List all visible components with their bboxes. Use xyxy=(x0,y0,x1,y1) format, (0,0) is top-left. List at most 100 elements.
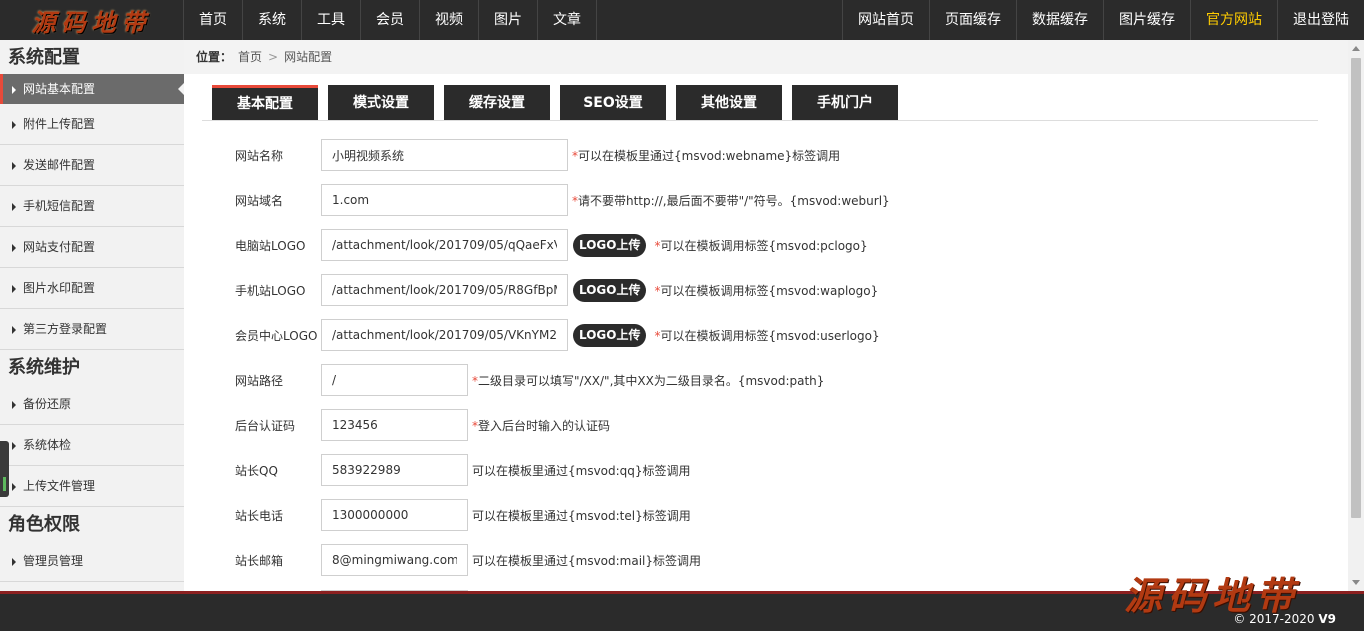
site-domain-input[interactable] xyxy=(321,184,568,216)
sidebar-item-system-check[interactable]: 系统体检 xyxy=(0,425,184,466)
caret-right-icon xyxy=(12,85,16,94)
user-logo-upload-button[interactable]: LOGO上传 xyxy=(573,323,647,347)
field-hint: 可以在模板里通过{msvod:qq}标签调用 xyxy=(472,463,691,478)
tab-mode-settings[interactable]: 模式设置 xyxy=(328,85,434,120)
sidebar-item-label: 管理员管理 xyxy=(23,554,84,568)
floating-side-handle[interactable] xyxy=(0,441,9,497)
sidebar-item-upload-file-manage[interactable]: 上传文件管理 xyxy=(0,466,184,507)
form-row-site-domain: 网站域名 *请不要带http://,最后面不要带"/"符号。{msvod:web… xyxy=(235,184,890,216)
nav-image-cache[interactable]: 图片缓存 xyxy=(1103,0,1190,40)
pc-logo-input[interactable] xyxy=(321,229,568,261)
handle-indicator-icon xyxy=(3,477,6,491)
nav-page-cache[interactable]: 页面缓存 xyxy=(929,0,1016,40)
caret-right-icon xyxy=(12,400,16,409)
caret-right-icon xyxy=(12,325,16,334)
sidebar-item-third-party-login-config[interactable]: 第三方登录配置 xyxy=(0,309,184,350)
main-content: 位置： 首页 > 网站配置 基本配置 模式设置 缓存设置 SEO设置 其他设置 手机门… xyxy=(184,40,1348,598)
sidebar-section-title: 系统配置 xyxy=(8,47,80,68)
field-hint: *二级目录可以填写"/XX/",其中XX为二级目录名。{msvod:path} xyxy=(472,373,825,388)
nav-official-site[interactable]: 官方网站 xyxy=(1190,0,1277,40)
nav-members[interactable]: 会员 xyxy=(361,0,420,40)
config-tabs: 基本配置 模式设置 缓存设置 SEO设置 其他设置 手机门户 xyxy=(212,85,908,120)
field-hint: *可以在模板调用标签{msvod:waplogo} xyxy=(654,283,879,298)
field-hint: *请不要带http://,最后面不要带"/"符号。{msvod:weburl} xyxy=(572,193,890,208)
scroll-down-arrow-icon[interactable] xyxy=(1352,580,1360,585)
field-label: 站长邮箱 xyxy=(235,553,284,568)
sidebar-item-sms-config[interactable]: 手机短信配置 xyxy=(0,186,184,227)
form-row-admin-code: 后台认证码 *登入后台时输入的认证码 xyxy=(235,409,610,441)
field-hint: 可以在模板里通过{msvod:mail}标签调用 xyxy=(472,553,702,568)
pc-logo-upload-button[interactable]: LOGO上传 xyxy=(573,233,647,257)
sidebar-item-watermark-config[interactable]: 图片水印配置 xyxy=(0,268,184,309)
sidebar-item-label: 备份还原 xyxy=(23,397,72,411)
nav-data-cache[interactable]: 数据缓存 xyxy=(1016,0,1103,40)
sidebar-item-site-basic-config[interactable]: 网站基本配置 xyxy=(0,74,184,104)
nav-logout[interactable]: 退出登陆 xyxy=(1277,0,1364,40)
breadcrumb-home[interactable]: 首页 xyxy=(238,50,262,64)
form-row-pc-logo: 电脑站LOGO LOGO上传 *可以在模板调用标签{msvod:pclogo} xyxy=(235,229,868,261)
field-hint: *可以在模板里通过{msvod:webname}标签调用 xyxy=(572,148,841,163)
logo-text: 源码地带 xyxy=(31,7,152,37)
tab-mobile-portal[interactable]: 手机门户 xyxy=(792,85,898,120)
field-hint: *可以在模板调用标签{msvod:pclogo} xyxy=(654,238,868,253)
wap-logo-input[interactable] xyxy=(321,274,568,306)
form-row-webmaster-qq: 站长QQ 可以在模板里通过{msvod:qq}标签调用 xyxy=(235,454,691,486)
nav-articles[interactable]: 文章 xyxy=(538,0,597,40)
form-row-site-name: 网站名称 *可以在模板里通过{msvod:webname}标签调用 xyxy=(235,139,840,171)
scroll-up-arrow-icon[interactable] xyxy=(1352,46,1360,51)
sidebar-item-admin-manage[interactable]: 管理员管理 xyxy=(0,541,184,582)
caret-right-icon xyxy=(12,557,16,566)
sidebar-item-upload-config[interactable]: 附件上传配置 xyxy=(0,104,184,145)
sidebar: 系统配置 网站基本配置 附件上传配置 发送邮件配置 手机短信配置 网站支付配置 … xyxy=(0,40,184,591)
field-label: 会员中心LOGO xyxy=(235,328,318,343)
site-path-input[interactable] xyxy=(321,364,468,396)
sidebar-item-email-config[interactable]: 发送邮件配置 xyxy=(0,145,184,186)
field-label: 网站域名 xyxy=(235,193,284,208)
user-logo-input[interactable] xyxy=(321,319,568,351)
page-scrollbar[interactable] xyxy=(1348,40,1364,591)
caret-right-icon xyxy=(12,482,16,491)
field-label: 站长QQ xyxy=(235,463,278,478)
nav-images[interactable]: 图片 xyxy=(479,0,538,40)
nav-site-home[interactable]: 网站首页 xyxy=(842,0,929,40)
sidebar-item-label: 网站基本配置 xyxy=(23,82,96,96)
breadcrumb: 位置： 首页 > 网站配置 xyxy=(184,40,1348,74)
sidebar-item-label: 发送邮件配置 xyxy=(23,158,96,172)
sidebar-item-label: 第三方登录配置 xyxy=(23,322,108,336)
sidebar-section-title: 系统维护 xyxy=(8,357,80,378)
tab-seo-settings[interactable]: SEO设置 xyxy=(560,85,666,120)
tab-basic-config[interactable]: 基本配置 xyxy=(212,85,318,120)
site-logo[interactable]: 源码地带 xyxy=(0,0,184,40)
webmaster-qq-input[interactable] xyxy=(321,454,468,486)
wap-logo-upload-button[interactable]: LOGO上传 xyxy=(573,278,647,302)
sidebar-item-payment-config[interactable]: 网站支付配置 xyxy=(0,227,184,268)
sidebar-item-label: 附件上传配置 xyxy=(23,117,96,131)
tab-cache-settings[interactable]: 缓存设置 xyxy=(444,85,550,120)
form-row-wap-logo: 手机站LOGO LOGO上传 *可以在模板调用标签{msvod:waplogo} xyxy=(235,274,878,306)
breadcrumb-current: 网站配置 xyxy=(284,50,333,64)
webmaster-email-input[interactable] xyxy=(321,544,468,576)
nav-system[interactable]: 系统 xyxy=(243,0,302,40)
nav-home[interactable]: 首页 xyxy=(184,0,243,40)
caret-right-icon xyxy=(12,441,16,450)
field-label: 电脑站LOGO xyxy=(235,238,306,253)
field-hint: 可以在模板里通过{msvod:tel}标签调用 xyxy=(472,508,691,523)
nav-video[interactable]: 视频 xyxy=(420,0,479,40)
admin-code-input[interactable] xyxy=(321,409,468,441)
site-name-input[interactable] xyxy=(321,139,568,171)
nav-tools[interactable]: 工具 xyxy=(302,0,361,40)
sidebar-item-label: 图片水印配置 xyxy=(23,281,96,295)
sidebar-item-backup-restore[interactable]: 备份还原 xyxy=(0,384,184,425)
caret-right-icon xyxy=(12,243,16,252)
quick-nav: 网站首页 页面缓存 数据缓存 图片缓存 官方网站 退出登陆 xyxy=(842,0,1364,40)
top-navbar: 源码地带 首页 系统 工具 会员 视频 图片 文章 网站首页 页面缓存 数据缓存… xyxy=(0,0,1364,40)
caret-right-icon xyxy=(12,284,16,293)
scrollbar-thumb[interactable] xyxy=(1351,58,1361,518)
field-label: 手机站LOGO xyxy=(235,283,306,298)
field-hint: *登入后台时输入的认证码 xyxy=(472,418,611,433)
field-label: 站长电话 xyxy=(235,508,284,523)
tab-other-settings[interactable]: 其他设置 xyxy=(676,85,782,120)
webmaster-tel-input[interactable] xyxy=(321,499,468,531)
field-hint: *可以在模板调用标签{msvod:userlogo} xyxy=(654,328,880,343)
caret-right-icon xyxy=(12,202,16,211)
